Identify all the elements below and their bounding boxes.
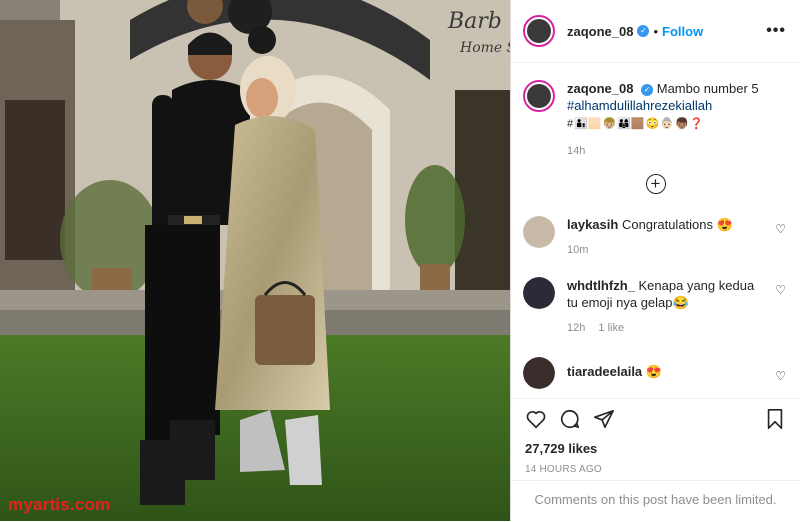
comment-time[interactable]: 12h (567, 322, 585, 334)
load-more-comments[interactable]: + (511, 174, 800, 194)
likes-count[interactable]: 27,729 likes (525, 441, 786, 456)
caption-verified-badge-icon: ✓ (641, 83, 654, 96)
commenter-avatar[interactable] (523, 277, 555, 309)
comment-like-count[interactable]: 1 like (598, 322, 624, 334)
comment-text: Congratulations 😍 (621, 217, 733, 232)
commenter-avatar[interactable] (523, 357, 555, 389)
comment-text: 😍 (645, 364, 662, 379)
caption-username[interactable]: zaqone_08 (567, 81, 633, 96)
author-username[interactable]: zaqone_08 (567, 24, 633, 39)
comments-limited-notice: Comments on this post have been limited. (511, 480, 800, 522)
comment-item: whdtlhfzh_ Kenapa yang kedua tu emoji ny… (511, 277, 800, 337)
post-photo[interactable]: Barb Home S (0, 0, 510, 521)
commenter-username[interactable]: whdtlhfzh_ (567, 278, 635, 293)
plus-circle-icon[interactable]: + (645, 174, 666, 194)
post-side-panel: zaqone_08 ✓ • Follow ••• zaqone_08 ✓ Mam… (510, 0, 800, 521)
caption-time[interactable]: 14h (567, 143, 777, 160)
like-comment-heart-icon[interactable]: ♡ (775, 369, 786, 383)
like-heart-icon[interactable] (525, 408, 547, 430)
share-send-icon[interactable] (593, 408, 615, 430)
comments-area[interactable]: zaqone_08 ✓ Mambo number 5 #alhamdulilla… (511, 64, 800, 396)
more-options-icon[interactable]: ••• (766, 22, 786, 40)
comment-item: laykasih Congratulations 😍 10m ♡ (511, 216, 800, 259)
commenter-avatar[interactable] (523, 216, 555, 248)
post-header: zaqone_08 ✓ • Follow ••• (511, 0, 800, 63)
comment-item: tiaradeelaila 😍 ♡ (511, 357, 800, 389)
posted-time[interactable]: 14 HOURS AGO (525, 464, 786, 475)
follow-button[interactable]: Follow (662, 24, 703, 39)
commenter-username[interactable]: laykasih (567, 217, 618, 232)
like-comment-heart-icon[interactable]: ♡ (775, 222, 786, 236)
save-bookmark-icon[interactable] (764, 408, 786, 430)
photo-illustration: Barb Home S (0, 0, 510, 521)
separator-dot: • (653, 23, 659, 39)
svg-text:Home S: Home S (459, 40, 510, 56)
sign-text: Barb (447, 9, 502, 34)
author-avatar[interactable] (523, 15, 555, 47)
comment-time[interactable]: 10m (567, 244, 588, 256)
comment-bubble-icon[interactable] (559, 408, 581, 430)
verified-badge-icon: ✓ (637, 25, 650, 37)
caption-emoji-hashtag[interactable]: #👨‍👦🏻👦🏼👨‍👩‍👦🏽😳👵🏻👦🏽❓ (567, 118, 704, 130)
caption-avatar[interactable] (523, 80, 555, 112)
watermark-text: myartis.com (8, 495, 111, 514)
like-comment-heart-icon[interactable]: ♡ (775, 283, 786, 297)
caption-line-1: Mambo number 5 (656, 81, 759, 96)
commenter-username[interactable]: tiaradeelaila (567, 364, 642, 379)
post-caption: zaqone_08 ✓ Mambo number 5 #alhamdulilla… (511, 64, 800, 160)
post-actions: 27,729 likes 14 HOURS AGO (511, 398, 800, 475)
caption-hashtag[interactable]: #alhamdulillahrezekiallah (567, 98, 712, 113)
